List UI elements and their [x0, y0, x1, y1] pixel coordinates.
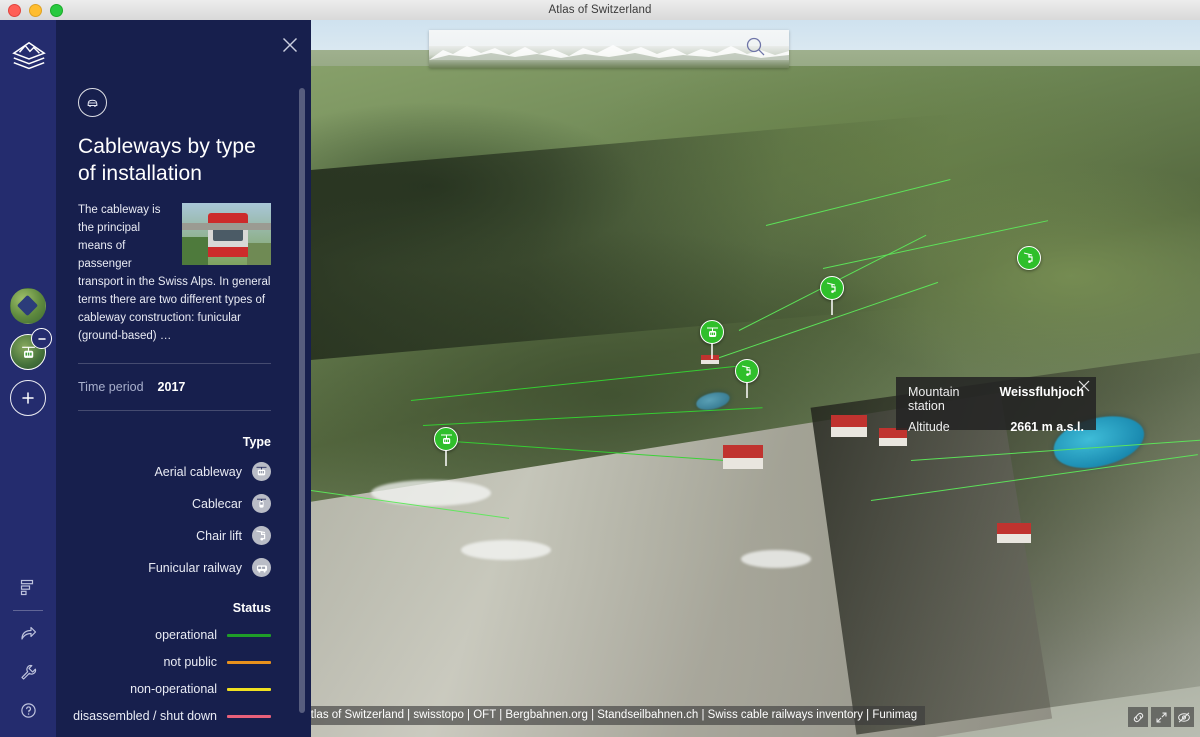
- map-marker-chairlift[interactable]: [1017, 246, 1041, 270]
- legend-item-not-public[interactable]: not public: [78, 655, 271, 669]
- legend-item-aerial-cableway[interactable]: Aerial cableway: [78, 462, 271, 481]
- minus-icon: [37, 337, 46, 340]
- legend-item-cablecar[interactable]: Cablecar: [78, 494, 271, 513]
- rail-divider: [13, 610, 43, 611]
- add-layer-button[interactable]: [8, 378, 48, 418]
- legend-item-chair-lift[interactable]: Chair lift: [78, 526, 271, 545]
- active-layer-button[interactable]: [8, 328, 52, 372]
- legend-section-title-type: Type: [242, 435, 271, 449]
- legend-swatch: [227, 714, 271, 718]
- panel-divider: [78, 410, 271, 411]
- panorama-peaks: [429, 45, 789, 60]
- map-building: [997, 523, 1031, 543]
- map-viewport[interactable]: Mountain station Weissfluhjoch Altitude …: [311, 20, 1200, 737]
- infobox-value: Weissfluhjoch: [999, 385, 1084, 399]
- info-panel-content: Cableways by type of installation The ca…: [56, 20, 293, 737]
- photo-track: [182, 223, 271, 230]
- map-building: [831, 415, 867, 437]
- time-period-value: 2017: [157, 380, 186, 394]
- layer-stack: [0, 280, 56, 424]
- close-icon[interactable]: [1077, 379, 1091, 393]
- magnifier-icon[interactable]: [745, 36, 767, 58]
- legend-item-non-operational[interactable]: non-operational: [78, 682, 271, 696]
- legend-section-title-status: Status: [232, 601, 271, 615]
- window-title-bar: Atlas of Switzerland: [0, 0, 1200, 21]
- rail-bottom-tools: [0, 568, 56, 729]
- panel-divider: [78, 363, 271, 364]
- map-marker-aerial-cableway[interactable]: [434, 427, 458, 466]
- legend-item-funicular-railway[interactable]: Funicular railway: [78, 558, 271, 577]
- window-title: Atlas of Switzerland: [548, 4, 652, 16]
- legend-swatch: [227, 660, 271, 664]
- left-rail: [0, 20, 56, 737]
- page-title: Cableways by type of installation: [78, 135, 256, 185]
- remove-layer-button[interactable]: [31, 328, 52, 349]
- map-attribution: Atlas of Switzerland | swisstopo | OFT |…: [311, 706, 926, 725]
- map-marker-aerial-cableway[interactable]: [700, 320, 724, 359]
- link-icon[interactable]: [1128, 707, 1148, 727]
- cablecar-icon: [78, 88, 107, 117]
- snow-patch: [741, 550, 811, 568]
- marker-stem: [711, 343, 713, 359]
- settings-icon[interactable]: [0, 653, 56, 691]
- legend-label: Aerial cableway: [154, 464, 242, 479]
- help-icon[interactable]: [0, 691, 56, 729]
- marker-stem: [445, 450, 447, 466]
- map-marker-chairlift[interactable]: [735, 359, 759, 398]
- map-building: [879, 428, 907, 446]
- share-icon[interactable]: [0, 615, 56, 653]
- time-period-label: Time period: [78, 380, 144, 394]
- marker-stem: [831, 299, 833, 315]
- legend-label: Cablecar: [191, 496, 242, 511]
- window-traffic-lights[interactable]: [8, 4, 63, 17]
- map-marker-chairlift[interactable]: [820, 276, 844, 315]
- legend-swatch: [227, 687, 271, 691]
- snow-patch: [461, 540, 551, 560]
- photo-foliage-right: [247, 243, 271, 265]
- legend-label: Funicular railway: [148, 560, 242, 575]
- maximize-window-button[interactable]: [50, 4, 63, 17]
- fullscreen-icon[interactable]: [1151, 707, 1171, 727]
- plus-icon: [10, 380, 46, 416]
- infobox-key: Mountain station: [908, 385, 960, 413]
- marker-stem: [746, 382, 748, 398]
- legend-label: operational: [155, 628, 217, 642]
- hide-ui-icon[interactable]: [1174, 707, 1194, 727]
- infobox-row: Altitude 2661 m a.s.l.: [908, 420, 1084, 434]
- aerial-cableway-icon: [252, 462, 271, 481]
- legend-item-disassembled[interactable]: disassembled / shut down: [73, 709, 271, 723]
- map-controls[interactable]: [1128, 707, 1194, 727]
- close-window-button[interactable]: [8, 4, 21, 17]
- legend-label: Chair lift: [196, 528, 242, 543]
- atlas-logo[interactable]: [10, 38, 48, 76]
- topic-description: The cableway is the principal means of p…: [78, 201, 271, 345]
- infobox-key: Altitude: [908, 420, 950, 434]
- topic-photo: [182, 203, 271, 265]
- infobox-value: 2661 m a.s.l.: [1010, 420, 1084, 434]
- application-window: Atlas of Switzerland Mountain station We…: [0, 0, 1200, 737]
- minimize-window-button[interactable]: [29, 4, 42, 17]
- legend-icon[interactable]: [0, 568, 56, 606]
- photo-train-skirt: [208, 247, 248, 257]
- legend-label: disassembled / shut down: [73, 709, 217, 723]
- cablecar-icon: [252, 494, 271, 513]
- panel-scrollbar[interactable]: [299, 88, 305, 713]
- feature-infobox[interactable]: Mountain station Weissfluhjoch Altitude …: [896, 377, 1096, 434]
- time-period: Time period 2017: [78, 380, 271, 394]
- legend-item-operational[interactable]: operational: [78, 628, 271, 642]
- info-panel: Cableways by type of installation The ca…: [56, 20, 311, 737]
- legend-label: not public: [163, 655, 217, 669]
- chairlift-icon: [252, 526, 271, 545]
- funicular-icon: [252, 558, 271, 577]
- photo-foliage-left: [182, 237, 208, 265]
- legend-label: non-operational: [130, 682, 217, 696]
- basemap-thumbnail-button[interactable]: [8, 286, 48, 326]
- map-building: [723, 445, 763, 469]
- infobox-row: Mountain station Weissfluhjoch: [908, 385, 1084, 413]
- horizon-panorama[interactable]: [429, 30, 789, 68]
- legend-swatch: [227, 633, 271, 637]
- basemap-thumbnail: [10, 288, 46, 324]
- aerial-cableway-icon: [21, 346, 35, 358]
- map-building: [701, 355, 719, 364]
